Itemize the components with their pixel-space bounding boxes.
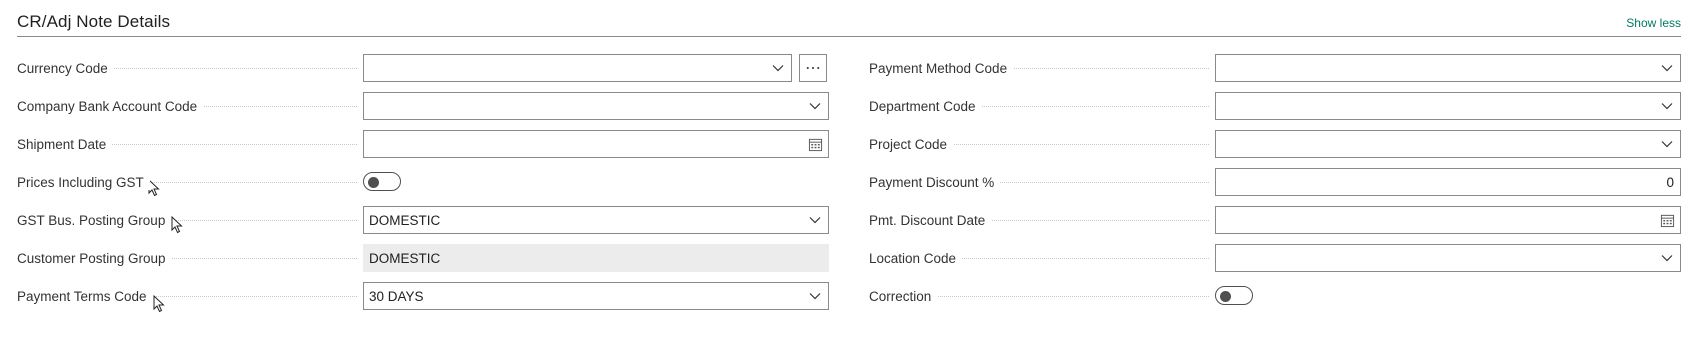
payment-discount-pct-field[interactable]: 0 — [1215, 168, 1681, 196]
mouse-pointer-icon — [171, 216, 183, 234]
currency-code-label: Currency Code — [17, 60, 114, 76]
calendar-icon[interactable] — [1654, 207, 1680, 233]
ellipsis-icon — [806, 66, 820, 70]
payment-method-code-field[interactable] — [1215, 54, 1681, 82]
payment-discount-pct-value: 0 — [1666, 174, 1674, 190]
customer-posting-group-label: Customer Posting Group — [17, 250, 172, 266]
gst-bus-posting-group-row: GST Bus. Posting Group DOMESTIC — [17, 206, 829, 234]
customer-posting-group-value: DOMESTIC — [369, 250, 441, 266]
toggle-knob — [1220, 290, 1231, 302]
customer-posting-group-row: Customer Posting Group DOMESTIC — [17, 244, 829, 272]
payment-terms-code-row: Payment Terms Code 30 DAYS — [17, 282, 829, 310]
pmt-discount-date-field[interactable] — [1215, 206, 1681, 234]
company-bank-account-code-field[interactable] — [363, 92, 829, 120]
calendar-icon[interactable] — [802, 131, 828, 157]
project-code-field[interactable] — [1215, 130, 1681, 158]
location-code-field[interactable] — [1215, 244, 1681, 272]
location-code-row: Location Code — [869, 244, 1681, 272]
chevron-down-icon[interactable] — [802, 283, 828, 309]
prices-including-gst-row: Prices Including GST — [17, 168, 829, 196]
chevron-down-icon[interactable] — [802, 207, 828, 233]
gst-bus-posting-group-label: GST Bus. Posting Group — [17, 212, 172, 228]
currency-code-field[interactable] — [363, 54, 792, 82]
chevron-down-icon[interactable] — [1654, 93, 1680, 119]
currency-code-row: Currency Code — [17, 54, 829, 82]
payment-method-code-label: Payment Method Code — [869, 60, 1014, 76]
location-code-label: Location Code — [869, 250, 963, 266]
correction-row: Correction — [869, 282, 1681, 310]
company-bank-account-code-label: Company Bank Account Code — [17, 98, 204, 114]
prices-including-gst-label: Prices Including GST — [17, 174, 150, 190]
payment-terms-code-field[interactable]: 30 DAYS — [363, 282, 829, 310]
currency-code-lookup-button[interactable] — [799, 54, 827, 82]
shipment-date-row: Shipment Date — [17, 130, 829, 158]
chevron-down-icon[interactable] — [1654, 55, 1680, 81]
gst-bus-posting-group-value: DOMESTIC — [369, 212, 441, 228]
department-code-row: Department Code — [869, 92, 1681, 120]
section-title: CR/Adj Note Details — [17, 12, 171, 31]
gst-bus-posting-group-field[interactable]: DOMESTIC — [363, 206, 829, 234]
chevron-down-icon[interactable] — [802, 93, 828, 119]
correction-toggle[interactable] — [1215, 286, 1253, 305]
correction-label: Correction — [869, 288, 938, 304]
department-code-label: Department Code — [869, 98, 982, 114]
payment-method-code-row: Payment Method Code — [869, 54, 1681, 82]
pmt-discount-date-row: Pmt. Discount Date — [869, 206, 1681, 234]
department-code-field[interactable] — [1215, 92, 1681, 120]
payment-discount-pct-row: Payment Discount % 0 — [869, 168, 1681, 196]
payment-terms-code-label: Payment Terms Code — [17, 288, 153, 304]
chevron-down-icon[interactable] — [1654, 245, 1680, 271]
project-code-row: Project Code — [869, 130, 1681, 158]
section-header: CR/Adj Note Details Show less — [17, 12, 1681, 36]
pmt-discount-date-label: Pmt. Discount Date — [869, 212, 992, 228]
company-bank-account-code-row: Company Bank Account Code — [17, 92, 829, 120]
shipment-date-field[interactable] — [363, 130, 829, 158]
mouse-pointer-icon — [153, 295, 165, 313]
prices-including-gst-toggle[interactable] — [363, 172, 401, 191]
chevron-down-icon[interactable] — [1654, 131, 1680, 157]
payment-discount-pct-label: Payment Discount % — [869, 174, 1001, 190]
toggle-knob — [368, 176, 379, 188]
header-divider — [17, 36, 1681, 37]
chevron-down-icon[interactable] — [765, 55, 791, 81]
project-code-label: Project Code — [869, 136, 954, 152]
shipment-date-label: Shipment Date — [17, 136, 113, 152]
payment-terms-code-value: 30 DAYS — [369, 288, 424, 304]
customer-posting-group-field: DOMESTIC — [363, 244, 829, 272]
show-less-link[interactable]: Show less — [1626, 16, 1681, 30]
